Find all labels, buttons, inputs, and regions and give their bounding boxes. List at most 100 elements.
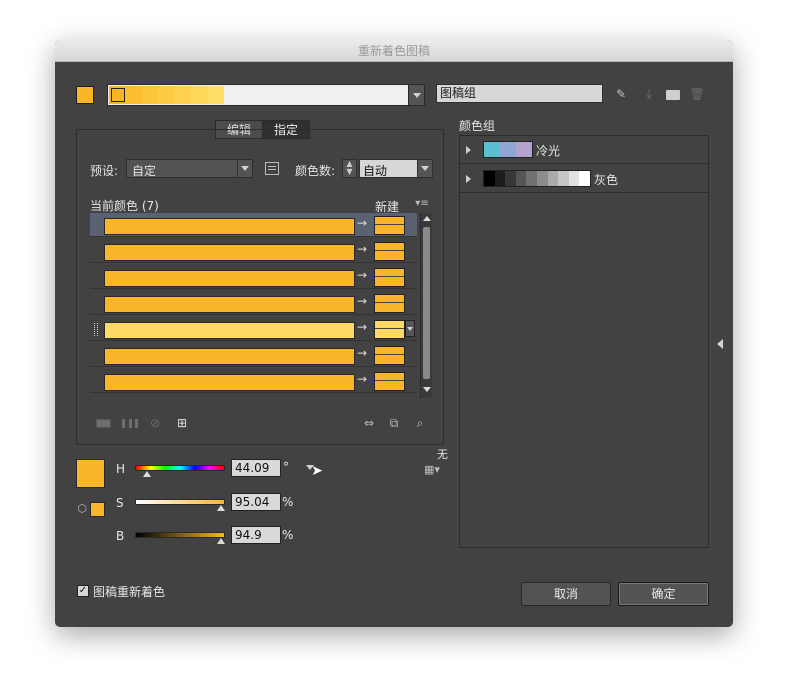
current-color-bar[interactable]	[104, 374, 355, 391]
color-count-stepper[interactable]: ▲ ▼	[342, 159, 357, 178]
color-row[interactable]: →	[90, 213, 417, 237]
swatch	[516, 142, 532, 157]
new-color-swatch[interactable]	[374, 294, 405, 313]
swatch	[568, 171, 580, 186]
color-rows-list: → → → → → → →	[77, 213, 433, 399]
current-color-bar[interactable]	[104, 244, 355, 261]
brightness-slider[interactable]	[135, 532, 225, 544]
ok-button[interactable]: 确定	[618, 582, 709, 606]
color-count-dropdown-button[interactable]	[417, 160, 432, 177]
hue-slider-thumb[interactable]	[143, 471, 151, 477]
swatch	[484, 171, 495, 186]
eyedropper-icon[interactable]: ✎	[613, 87, 629, 101]
new-color-swatch[interactable]	[374, 372, 405, 391]
brightness-input[interactable]: 94.9	[231, 526, 281, 544]
color-row[interactable]: →	[90, 265, 417, 289]
color-row[interactable]: →	[90, 369, 417, 393]
color-strip-dropdown[interactable]	[107, 84, 425, 106]
randomize-saturation-icon[interactable]: ⧉	[385, 416, 403, 430]
color-row[interactable]: →	[90, 239, 417, 263]
color-row[interactable]: →	[90, 317, 417, 341]
preset-dropdown-button[interactable]	[237, 160, 252, 177]
in-gamut-swatch[interactable]	[90, 502, 105, 517]
new-color-swatch[interactable]	[374, 320, 405, 339]
strip-swatch	[207, 86, 224, 104]
current-color-bar[interactable]	[104, 218, 355, 235]
color-count-label: 颜色数:	[295, 164, 336, 178]
selected-strip-swatch	[111, 88, 125, 102]
current-color-bar[interactable]	[104, 296, 355, 313]
preset-select[interactable]: 自定	[126, 159, 253, 178]
scroll-down-icon[interactable]	[423, 387, 431, 392]
scrollbar[interactable]	[420, 213, 432, 398]
save-changes-icon[interactable]: ⤓	[641, 87, 657, 101]
new-group-folder-icon[interactable]	[666, 90, 680, 100]
strip-swatch	[158, 86, 175, 104]
drag-handle[interactable]	[94, 323, 98, 336]
hue-unit: °	[283, 460, 289, 474]
dialog-title: 重新着色图稿	[55, 40, 733, 62]
color-group-row[interactable]: 冷光	[460, 136, 708, 164]
color-reduction-options-icon[interactable]	[265, 162, 279, 175]
current-colors-label: 当前颜色 (7)	[90, 199, 159, 213]
chevron-down-icon	[241, 166, 249, 171]
assign-panel: 预设: 自定 颜色数: ▲ ▼ 自动 当前颜色 (7) 新建 ▾≡ → → → …	[76, 129, 444, 445]
new-color-swatch[interactable]	[374, 242, 405, 261]
brightness-slider-thumb[interactable]	[217, 538, 225, 544]
disclosure-triangle-icon[interactable]	[466, 146, 471, 154]
color-group-row[interactable]: 灰色	[460, 165, 708, 193]
strip-swatch	[125, 86, 142, 104]
current-color-bar[interactable]	[104, 270, 355, 287]
recolor-artwork-dialog: 重新着色图稿 图稿组 ✎ ⤓ 🗑 编辑 指定 预设: 自定 颜色数: ▲ ▼ 自动	[55, 40, 733, 627]
swatch	[526, 171, 537, 186]
new-color-dropdown[interactable]	[405, 320, 415, 337]
hue-label: H	[116, 462, 126, 476]
saturation-input[interactable]: 95.04	[231, 493, 281, 511]
dropdown-button[interactable]	[408, 85, 424, 105]
disclosure-triangle-icon[interactable]	[466, 175, 471, 183]
saturation-slider[interactable]	[135, 499, 225, 511]
gamut-cube-icon[interactable]: ⬡	[75, 502, 89, 516]
randomize-order-icon[interactable]: ⇔	[360, 416, 378, 430]
new-row-icon[interactable]: ⊞	[173, 416, 191, 430]
new-color-swatch[interactable]	[374, 268, 405, 287]
find-color-icon[interactable]: ⌕	[411, 416, 429, 430]
arrow-right-icon: →	[357, 372, 368, 386]
separate-colors-icon[interactable]	[122, 419, 138, 428]
swatch	[484, 142, 500, 157]
current-color-bar[interactable]	[104, 348, 355, 365]
new-color-swatch[interactable]	[374, 346, 405, 365]
color-row[interactable]: →	[90, 291, 417, 315]
exclude-colors-icon[interactable]: ⊘	[147, 416, 163, 430]
chevron-down-icon	[407, 327, 413, 331]
recolor-artwork-checkbox[interactable]: ✓	[77, 585, 89, 597]
group-name: 冷光	[536, 144, 561, 158]
saturation-label: S	[116, 496, 124, 510]
current-color-bar[interactable]	[104, 322, 355, 339]
strip-swatch	[191, 86, 208, 104]
color-library-icon[interactable]: ▦▾	[421, 463, 443, 477]
swatch	[494, 171, 506, 186]
group-name-field[interactable]: 图稿组	[436, 84, 603, 103]
recolor-artwork-label[interactable]: 图稿重新着色	[93, 583, 165, 600]
swatch	[547, 171, 559, 186]
list-menu-icon[interactable]: ▾≡	[413, 197, 431, 211]
cancel-button[interactable]: 取消	[521, 582, 611, 606]
color-row[interactable]: →	[90, 343, 417, 367]
new-color-swatch[interactable]	[374, 216, 405, 235]
trash-icon[interactable]: 🗑	[689, 87, 705, 101]
scroll-up-icon[interactable]	[423, 216, 431, 221]
saturation-slider-thumb[interactable]	[217, 505, 225, 511]
arrow-right-icon: →	[357, 216, 368, 230]
scroll-thumb[interactable]	[423, 227, 430, 379]
color-count-value: 自动	[363, 164, 388, 178]
merge-colors-icon[interactable]	[96, 419, 111, 428]
hue-slider[interactable]	[135, 465, 225, 477]
active-color-swatch[interactable]	[76, 86, 94, 104]
hue-input[interactable]: 44.09	[231, 459, 281, 477]
brightness-label: B	[116, 529, 125, 543]
collapse-panel-icon[interactable]	[717, 339, 723, 349]
arrow-right-icon: →	[357, 346, 368, 360]
swatch	[558, 171, 569, 186]
color-count-select[interactable]: 自动	[359, 159, 433, 178]
